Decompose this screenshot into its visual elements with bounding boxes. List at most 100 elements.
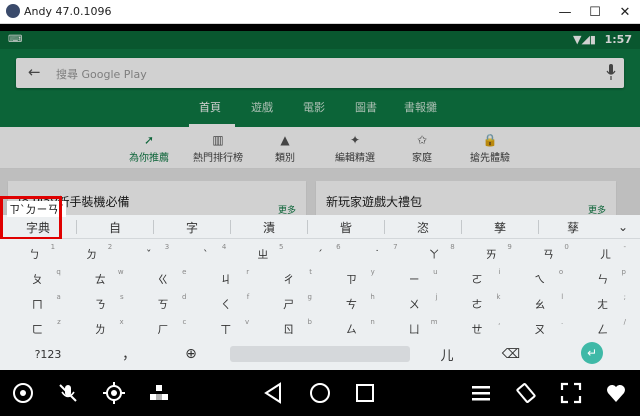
key-1-2[interactable]: ㄍe	[132, 267, 195, 291]
category-editors-choice[interactable]: ✦ 編輯精選	[320, 127, 390, 169]
key-2-9[interactable]: ㄤ;	[571, 292, 634, 316]
shapes-icon: ▲	[280, 132, 290, 147]
search-bar[interactable]: ← 搜尋 Google Play	[16, 58, 624, 88]
key-2-3[interactable]: ㄑf	[194, 292, 257, 316]
backspace-icon[interactable]: ⌫	[486, 342, 536, 366]
key-2-0[interactable]: ㄇa	[6, 292, 69, 316]
tab-newsstand[interactable]: 書報攤	[404, 99, 437, 115]
key-3-5[interactable]: ㄙn	[320, 317, 383, 341]
mic-off-icon[interactable]	[51, 376, 85, 410]
key-3-7[interactable]: ㄝ,	[446, 317, 509, 341]
category-family[interactable]: ✩ 家庭	[387, 127, 457, 169]
category-categories[interactable]: ▲ 類別	[250, 127, 320, 169]
rotate-icon[interactable]	[509, 376, 543, 410]
key-0-5[interactable]: ˊ6	[291, 242, 348, 266]
key-1-1[interactable]: ㄊw	[69, 267, 132, 291]
key-3-4[interactable]: ㄖb	[257, 317, 320, 341]
key-label: ㄍ	[157, 273, 169, 286]
key-hint: q	[56, 268, 61, 276]
candidate-3[interactable]: 漬	[231, 215, 307, 239]
category-label: 搶先體驗	[470, 152, 510, 164]
enter-key[interactable]: ↵	[581, 342, 603, 364]
fullscreen-icon[interactable]	[554, 376, 588, 410]
key-3-3[interactable]: ㄒv	[194, 317, 257, 341]
key-1-5[interactable]: ㄗy	[320, 267, 383, 291]
key-0-10[interactable]: ㄦ-	[577, 242, 634, 266]
tab-games[interactable]: 遊戲	[251, 99, 273, 115]
key-2-7[interactable]: ㄜk	[446, 292, 509, 316]
key-1-6[interactable]: ㄧu	[383, 267, 446, 291]
home-icon[interactable]	[303, 376, 337, 410]
key-0-6[interactable]: ˙ 7	[349, 242, 406, 266]
key-hint: k	[496, 293, 501, 301]
apps-icon[interactable]	[142, 376, 176, 410]
key-3-8[interactable]: ㄡ.	[508, 317, 571, 341]
mic-icon[interactable]	[606, 64, 616, 80]
key-hint: ;	[623, 293, 626, 301]
star-house-icon: ✩	[416, 132, 428, 147]
key-2-2[interactable]: ㄎd	[132, 292, 195, 316]
key-2-8[interactable]: ㄠl	[508, 292, 571, 316]
key-label: ㄚ	[428, 248, 440, 261]
candidate-1[interactable]: 自	[77, 215, 153, 239]
expand-candidates-icon[interactable]: ⌄	[610, 215, 636, 239]
key-0-8[interactable]: ㄞ9	[463, 242, 520, 266]
space-key[interactable]	[230, 346, 410, 362]
candidate-7[interactable]: 孶	[539, 215, 607, 239]
key-1-7[interactable]: ㄛi	[446, 267, 509, 291]
maximize-button[interactable]: ☐	[580, 0, 610, 24]
candidate-6[interactable]: 孳	[462, 215, 538, 239]
tab-home[interactable]: 首頁	[199, 99, 221, 115]
heart-icon[interactable]	[599, 376, 633, 410]
comma-key[interactable]: ，	[104, 342, 154, 366]
card-game-gift-pack[interactable]: 新玩家遊戲大禮包 更多	[316, 181, 616, 216]
category-top-charts[interactable]: ▥ 熱門排行榜	[183, 127, 253, 169]
close-button[interactable]: ✕	[610, 0, 640, 24]
category-early-access[interactable]: 🔒 搶先體驗	[455, 127, 525, 169]
key-2-4[interactable]: ㄕg	[257, 292, 320, 316]
camera-icon[interactable]	[6, 376, 40, 410]
minimize-button[interactable]: —	[550, 0, 580, 24]
key-2-1[interactable]: ㄋs	[69, 292, 132, 316]
candidate-2[interactable]: 字	[154, 215, 230, 239]
key-0-1[interactable]: ㄉ2	[63, 242, 120, 266]
key-2-5[interactable]: ㄘh	[320, 292, 383, 316]
key-1-3[interactable]: ㄐr	[194, 267, 257, 291]
key-label: ㄩ	[408, 323, 420, 336]
key-label: ㄕ	[283, 298, 295, 311]
back-arrow-icon[interactable]: ←	[28, 63, 41, 81]
key-1-4[interactable]: ㄔt	[257, 267, 320, 291]
key-3-0[interactable]: ㄈz	[6, 317, 69, 341]
key-3-6[interactable]: ㄩm	[383, 317, 446, 341]
key-0-2[interactable]: ˇ3	[120, 242, 177, 266]
key-label: ㄥ	[597, 323, 609, 336]
key-1-9[interactable]: ㄣp	[571, 267, 634, 291]
candidate-4[interactable]: 眥	[308, 215, 384, 239]
key-0-7[interactable]: ㄚ8	[406, 242, 463, 266]
globe-icon[interactable]: ⊕	[166, 342, 216, 366]
key-0-4[interactable]: ㄓ5	[234, 242, 291, 266]
key-1-0[interactable]: ㄆq	[6, 267, 69, 291]
candidate-5[interactable]: 恣	[385, 215, 461, 239]
tab-books[interactable]: 圖書	[355, 99, 377, 115]
locate-icon[interactable]	[97, 376, 131, 410]
key-0-9[interactable]: ㄢ0	[520, 242, 577, 266]
key-3-9[interactable]: ㄥ /	[571, 317, 634, 341]
key-3-1[interactable]: ㄌx	[69, 317, 132, 341]
key-0-0[interactable]: ㄅ1	[6, 242, 63, 266]
search-input[interactable]: 搜尋 Google Play	[56, 66, 147, 82]
category-recommended[interactable]: ➚ 為你推薦	[114, 127, 184, 169]
recents-icon[interactable]	[348, 376, 382, 410]
key-hint: d	[181, 293, 187, 301]
back-icon[interactable]	[257, 376, 291, 410]
er-key[interactable]: 儿	[422, 342, 472, 366]
key-2-6[interactable]: ㄨj	[383, 292, 446, 316]
key-3-2[interactable]: ㄏc	[132, 317, 195, 341]
key-0-3[interactable]: ˋ4	[177, 242, 234, 266]
menu-icon[interactable]	[464, 376, 498, 410]
tab-movies[interactable]: 電影	[303, 99, 325, 115]
key-hint: g	[307, 293, 312, 301]
key-hint: m	[430, 318, 438, 326]
symbols-key[interactable]: ?123	[20, 342, 76, 366]
key-1-8[interactable]: ㄟo	[508, 267, 571, 291]
